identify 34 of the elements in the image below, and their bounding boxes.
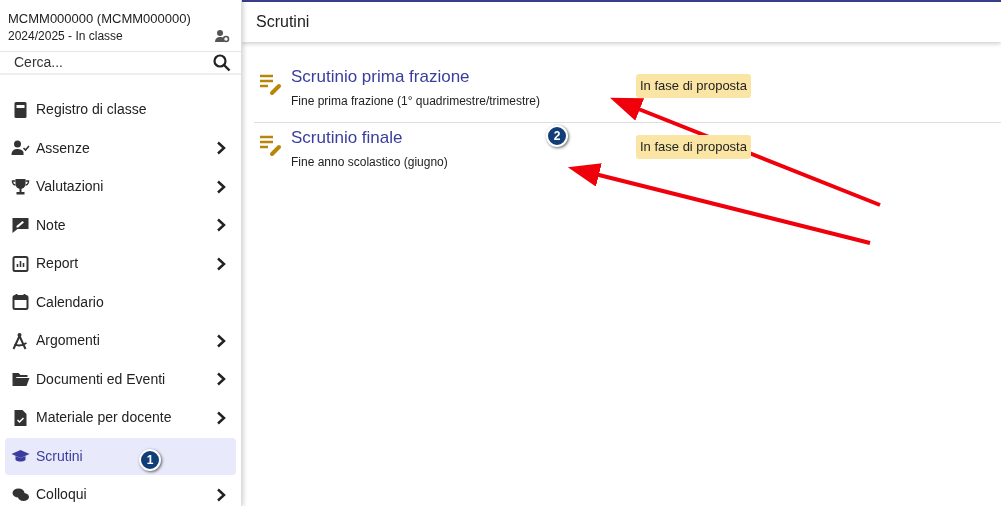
item-subtitle: Fine anno scolastico (giugno) <box>291 154 449 171</box>
menu-item[interactable]: Documenti ed Eventi <box>5 360 236 398</box>
item-title[interactable]: Scrutinio prima frazione <box>291 66 470 88</box>
school-name: MCMM000000 (MCMM000000) <box>8 10 192 27</box>
note-icon <box>11 216 30 234</box>
edit-list-icon <box>259 133 283 157</box>
trophy-icon <box>11 177 30 196</box>
menu-item[interactable]: Materiale per docente <box>5 399 236 436</box>
search-icon[interactable] <box>213 53 231 72</box>
menu-item[interactable]: Registro di classe <box>5 91 236 128</box>
search-field[interactable]: Cerca... <box>14 52 194 73</box>
compass-icon <box>11 331 30 350</box>
menu-item[interactable]: Report <box>5 245 236 282</box>
edit-list-icon <box>259 72 283 96</box>
status-badge: In fase di proposta <box>636 135 751 159</box>
status-badge: In fase di proposta <box>636 74 751 98</box>
item-subtitle: Fine prima frazione (1° quadrimestre/trimestre) <box>291 93 541 110</box>
user-settings-icon[interactable] <box>214 29 230 43</box>
menu-item[interactable]: Colloqui <box>5 476 236 506</box>
chart-icon <box>11 254 30 273</box>
cap-icon <box>11 447 30 465</box>
menu-item[interactable]: Calendario <box>5 283 236 321</box>
item-title[interactable]: Scrutinio finale <box>291 127 403 149</box>
book-icon <box>11 100 30 119</box>
menu-item[interactable]: Valutazioni <box>5 168 236 205</box>
menu-item[interactable]: Assenze <box>5 129 236 167</box>
menu-item[interactable]: Argomenti <box>5 322 236 359</box>
menu-item[interactable]: Note <box>5 206 236 244</box>
class-info: 2024/2025 - In classe <box>8 28 123 45</box>
folder-icon <box>11 370 30 388</box>
page-title: Scrutini <box>256 12 310 32</box>
person-check-icon <box>11 139 30 157</box>
step-marker: 2 <box>546 125 568 147</box>
calendar-icon <box>11 293 30 311</box>
